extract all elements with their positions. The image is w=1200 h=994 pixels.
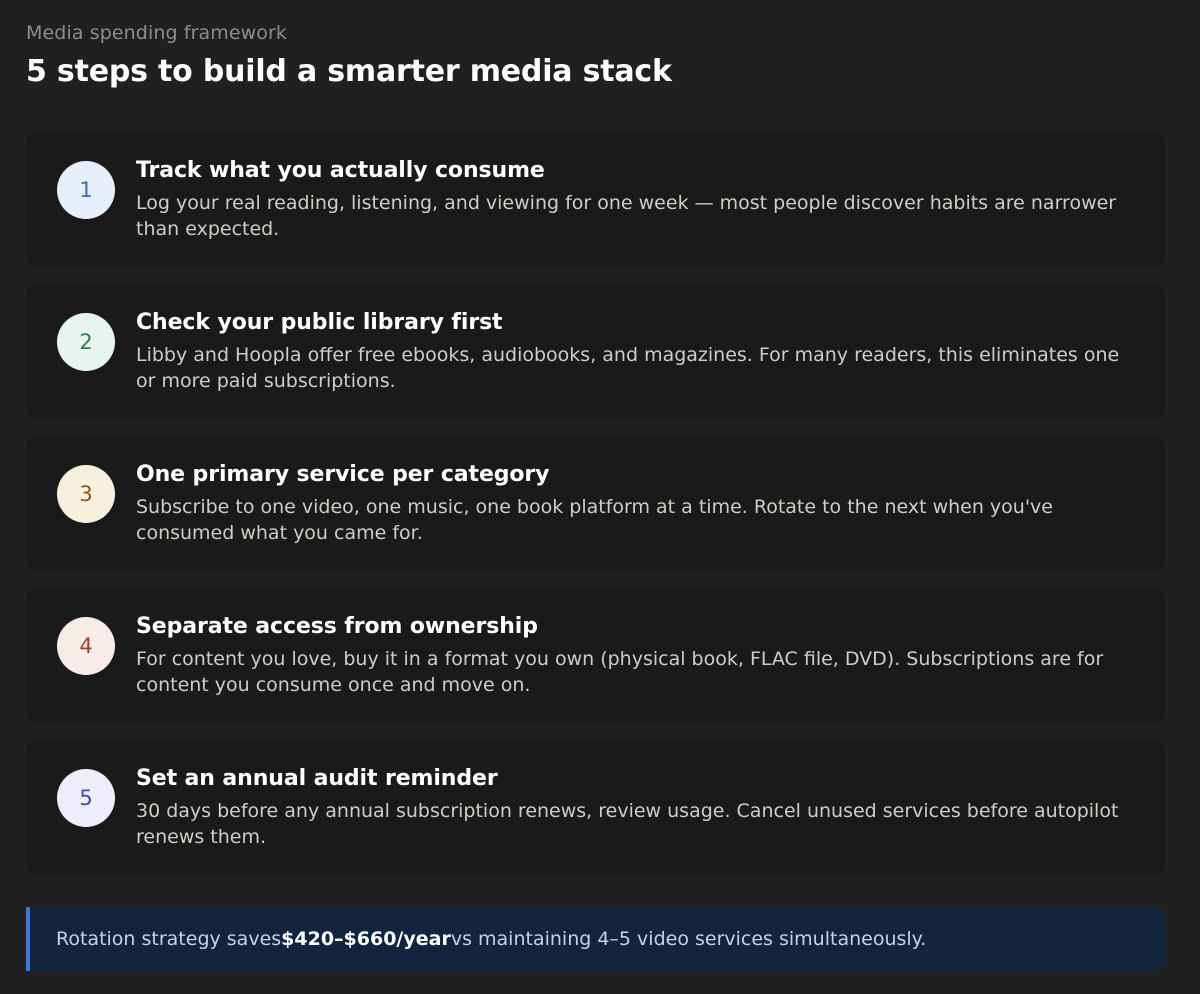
step-description: Libby and Hoopla offer free ebooks, audi… (136, 344, 1120, 392)
step-content: Check your public library first Libby an… (136, 308, 1135, 394)
page-title: 5 steps to build a smarter media stack (26, 54, 672, 89)
step-content: Set an annual audit reminder 30 days bef… (136, 764, 1135, 850)
eyebrow-label: Media spending framework (26, 22, 287, 44)
step-content: One primary service per category Subscri… (136, 460, 1135, 546)
step-description: 30 days before any annual subscription r… (136, 800, 1119, 848)
steps-list: 1 Track what you actually consume Log yo… (26, 131, 1165, 891)
savings-callout: Rotation strategy saves $420–$660/year v… (26, 907, 1165, 971)
step-card-5: 5 Set an annual audit reminder 30 days b… (26, 739, 1165, 875)
step-title: Separate access from ownership (136, 614, 538, 639)
step-content: Separate access from ownership For conte… (136, 612, 1135, 698)
step-number-badge: 3 (57, 465, 115, 523)
step-number-badge: 2 (57, 313, 115, 371)
step-card-4: 4 Separate access from ownership For con… (26, 587, 1165, 723)
step-description: For content you love, buy it in a format… (136, 648, 1104, 696)
step-card-3: 3 One primary service per category Subsc… (26, 435, 1165, 571)
step-title: Track what you actually consume (136, 158, 545, 183)
page: Media spending framework 5 steps to buil… (0, 0, 1200, 994)
step-title: Check your public library first (136, 310, 503, 335)
step-card-1: 1 Track what you actually consume Log yo… (26, 131, 1165, 267)
callout-prefix: Rotation strategy saves (56, 928, 282, 950)
step-title: One primary service per category (136, 462, 550, 487)
callout-highlight: $420–$660/year (281, 928, 451, 950)
callout-suffix: vs maintaining 4–5 video services simult… (450, 928, 927, 950)
step-number-badge: 5 (57, 769, 115, 827)
step-description: Log your real reading, listening, and vi… (136, 192, 1117, 240)
step-card-2: 2 Check your public library first Libby … (26, 283, 1165, 419)
step-content: Track what you actually consume Log your… (136, 156, 1135, 242)
step-title: Set an annual audit reminder (136, 766, 498, 791)
step-description: Subscribe to one video, one music, one b… (136, 496, 1053, 544)
step-number-badge: 1 (57, 161, 115, 219)
step-number-badge: 4 (57, 617, 115, 675)
